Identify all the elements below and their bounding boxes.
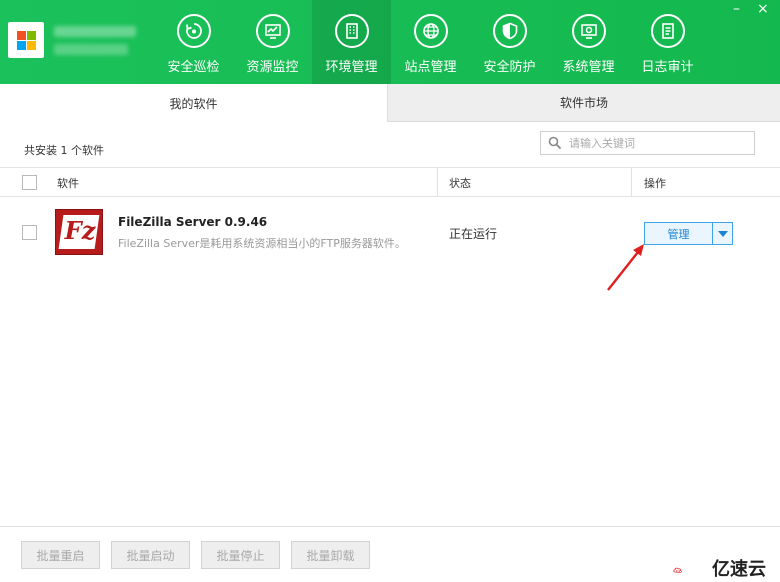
nav-system-management[interactable]: 系统管理	[549, 0, 628, 84]
nav-label: 资源监控	[246, 60, 299, 75]
software-tabs: 我的软件 软件市场	[0, 84, 780, 122]
gear-screen-icon	[571, 14, 606, 48]
row-checkbox[interactable]	[22, 225, 37, 240]
windows-logo-icon	[8, 22, 44, 58]
nav-label: 日志审计	[641, 60, 694, 75]
select-all-checkbox[interactable]	[22, 175, 37, 190]
nav-security-inspection[interactable]: 安全巡检	[154, 0, 233, 84]
software-name: FileZilla Server 0.9.46	[118, 215, 268, 229]
shield-icon	[492, 14, 527, 48]
monitor-chart-icon	[255, 14, 290, 48]
batch-stop-button[interactable]: 批量停止	[201, 541, 280, 569]
top-nav: 安全巡检 资源监控 环境管理 站点管理 安全防护 系统管理 日志审计	[154, 0, 707, 84]
table-header: 软件 状态 操作	[0, 167, 780, 197]
column-divider	[631, 168, 632, 197]
minimize-button[interactable]: –	[733, 2, 740, 16]
watermark-text: 亿速云	[712, 559, 766, 580]
nav-security-protection[interactable]: 安全防护	[470, 0, 549, 84]
globe-icon	[413, 14, 448, 48]
filezilla-icon: Fz	[55, 209, 103, 255]
nav-label: 安全防护	[483, 60, 536, 75]
column-divider	[437, 168, 438, 197]
manage-dropdown-button[interactable]	[713, 223, 732, 244]
close-button[interactable]: ×	[757, 2, 769, 16]
installed-count: 共安装 1 个软件	[24, 144, 104, 157]
column-software: 软件	[57, 177, 79, 190]
nav-label: 系统管理	[562, 60, 615, 75]
nav-environment-management[interactable]: 环境管理	[312, 0, 391, 84]
search-box	[540, 131, 755, 155]
red-arrow-annotation-icon	[607, 244, 644, 291]
search-icon	[548, 136, 562, 150]
tab-software-market[interactable]: 软件市场	[387, 84, 780, 122]
nav-label: 环境管理	[325, 60, 378, 75]
nav-label: 站点管理	[404, 60, 457, 75]
batch-start-button[interactable]: 批量启动	[111, 541, 190, 569]
nav-resource-monitor[interactable]: 资源监控	[233, 0, 312, 84]
building-icon	[334, 14, 369, 48]
app-header: 安全巡检 资源监控 环境管理 站点管理 安全防护 系统管理 日志审计 – ×	[0, 0, 780, 84]
nav-log-audit[interactable]: 日志审计	[628, 0, 707, 84]
blurred-server-name	[54, 26, 136, 37]
caret-down-icon	[717, 230, 728, 237]
tab-my-software[interactable]: 我的软件	[0, 84, 387, 122]
status-text: 正在运行	[449, 227, 498, 241]
search-input[interactable]	[569, 134, 749, 152]
software-description: FileZilla Server是耗用系统资源相当小的FTP服务器软件。	[118, 237, 406, 250]
nav-site-management[interactable]: 站点管理	[391, 0, 470, 84]
column-status: 状态	[449, 177, 471, 190]
document-icon	[650, 14, 685, 48]
batch-restart-button[interactable]: 批量重启	[21, 541, 100, 569]
yisuyun-watermark-logo-icon	[673, 567, 682, 573]
blurred-server-ip	[54, 44, 128, 55]
shield-refresh-icon	[176, 14, 211, 48]
nav-label: 安全巡检	[167, 60, 220, 75]
batch-uninstall-button[interactable]: 批量卸载	[291, 541, 370, 569]
column-action: 操作	[644, 177, 666, 190]
